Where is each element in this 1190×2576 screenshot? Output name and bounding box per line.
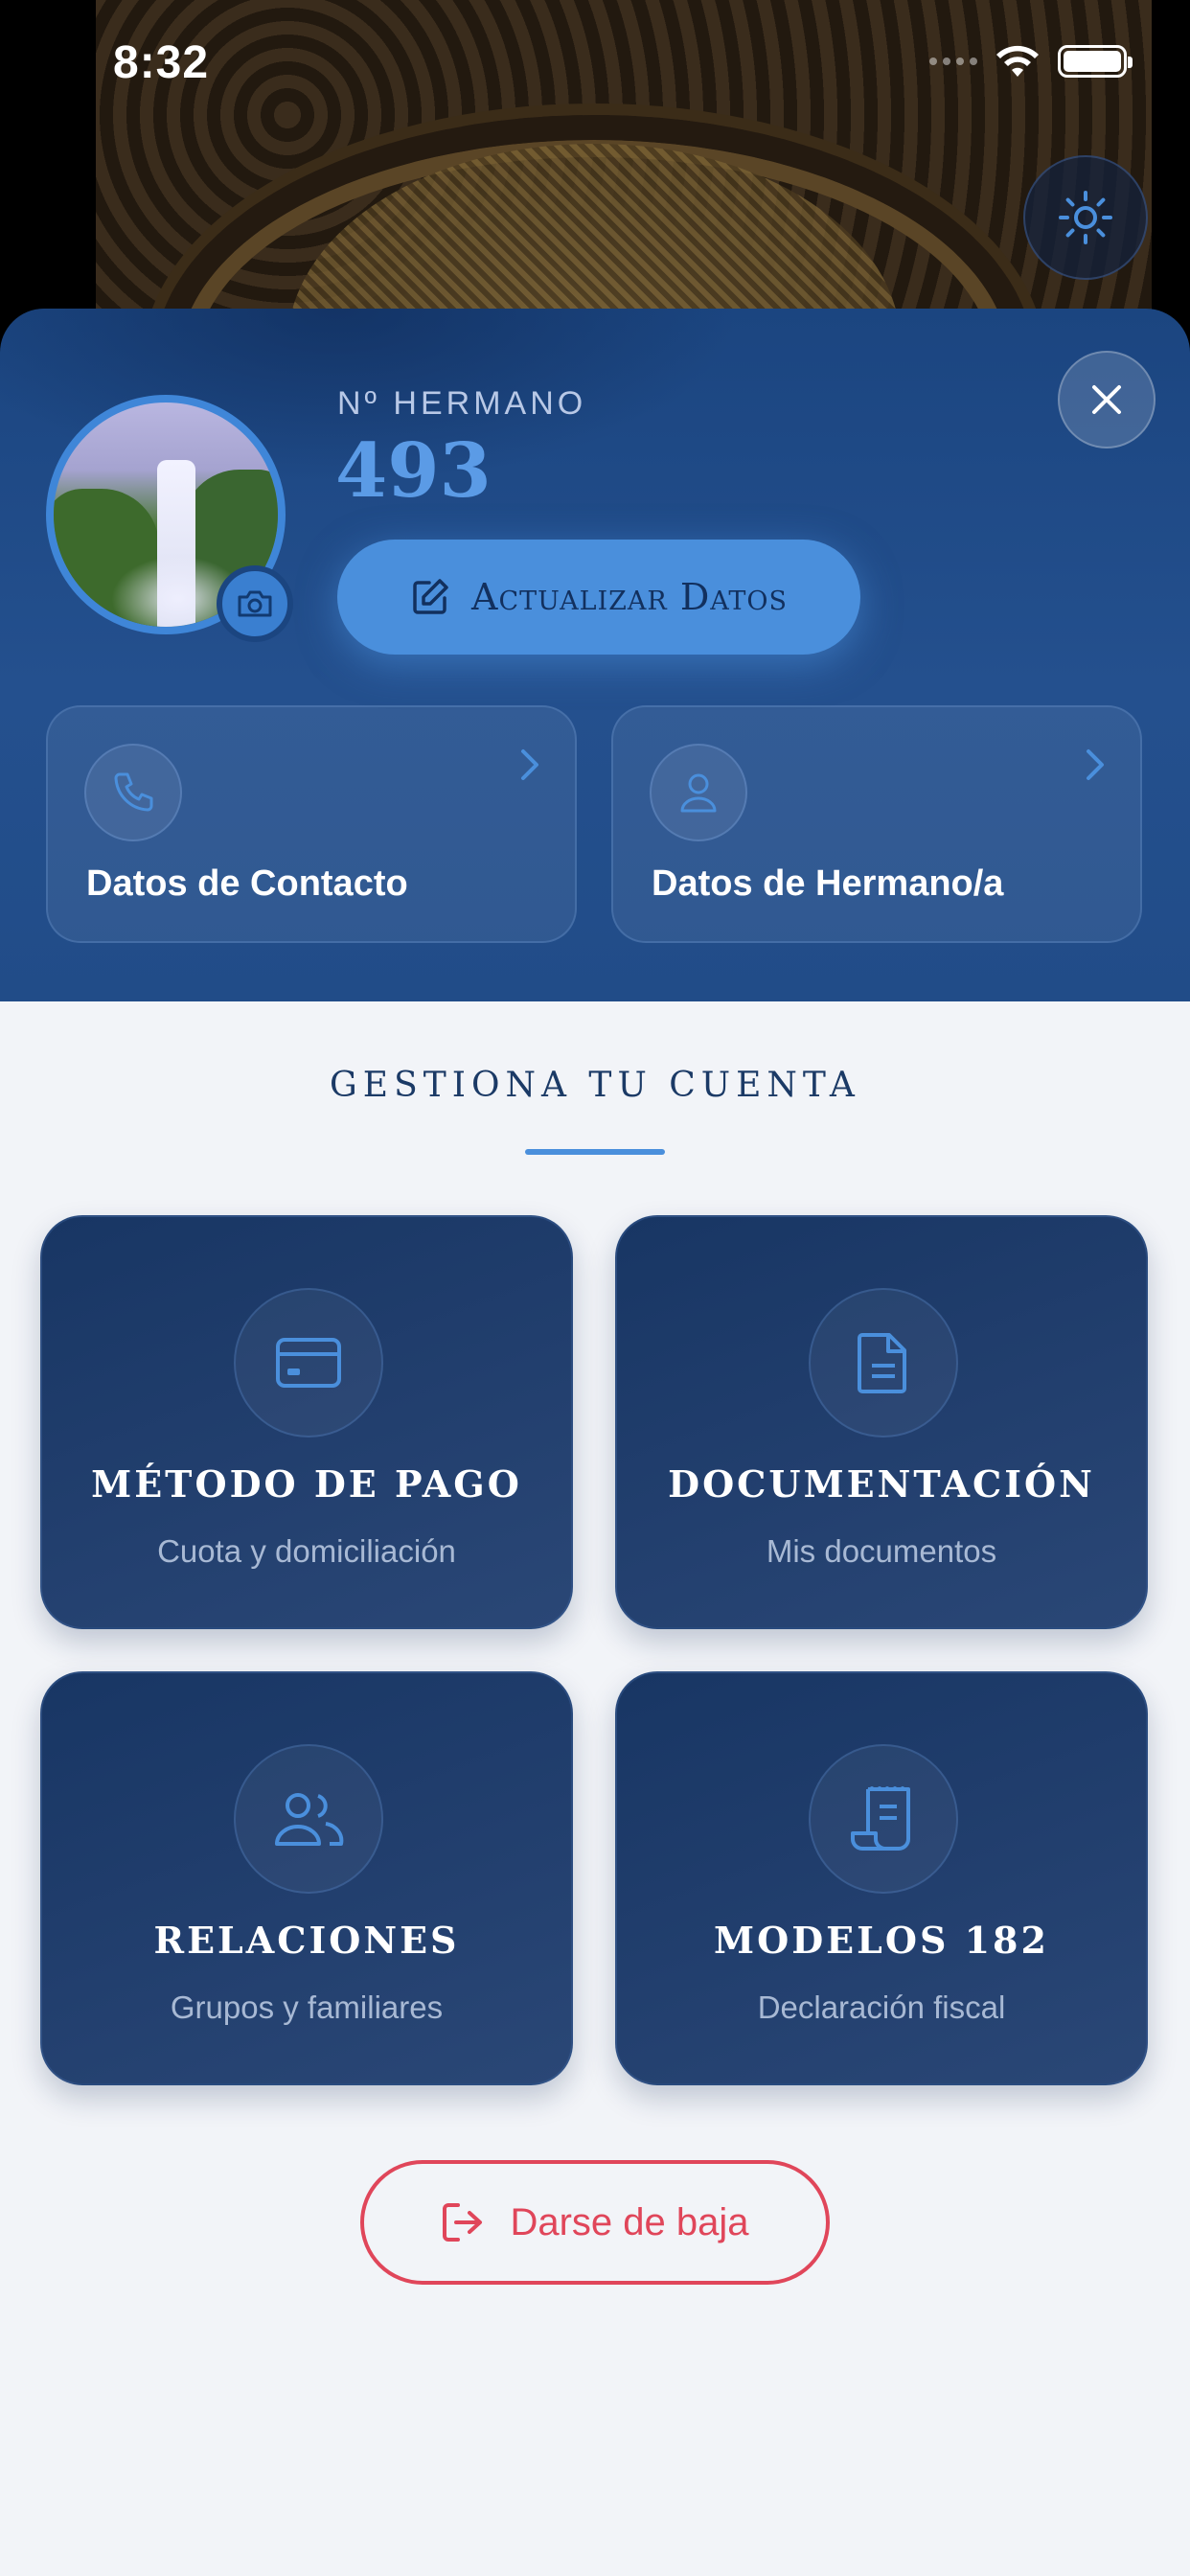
relations-tile[interactable]: RELACIONES Grupos y familiares <box>40 1671 573 2085</box>
section-divider <box>525 1149 665 1155</box>
member-data-tile[interactable]: Datos de Hermano/a <box>611 705 1142 943</box>
member-data-label: Datos de Hermano/a <box>652 863 1004 904</box>
status-bar: 8:32 <box>0 0 1190 129</box>
receipt-scroll-icon <box>851 1786 910 1851</box>
wifi-icon <box>996 45 1039 77</box>
change-photo-button[interactable] <box>217 565 293 642</box>
phone-icon <box>114 772 153 812</box>
tax-models-title: MODELOS 182 <box>714 1919 1049 1962</box>
documentation-title: DOCUMENTACIÓN <box>668 1462 1095 1506</box>
update-data-button[interactable]: Actualizar Datos <box>337 540 860 655</box>
relations-title: RELACIONES <box>153 1919 460 1962</box>
contact-data-label: Datos de Contacto <box>86 863 408 904</box>
user-icon <box>680 773 717 813</box>
documentation-subtitle: Mis documentos <box>766 1533 997 1569</box>
payment-method-subtitle: Cuota y domiciliación <box>157 1533 456 1569</box>
tax-models-tile[interactable]: MODELOS 182 Declaración fiscal <box>615 1671 1148 2085</box>
theme-toggle-button[interactable] <box>1023 155 1148 280</box>
chevron-right-icon <box>521 749 538 780</box>
section-title: GESTIONA TU CUENTA <box>330 1066 860 1105</box>
signal-dots-icon <box>929 58 977 65</box>
contact-data-tile[interactable]: Datos de Contacto <box>46 705 577 943</box>
documentation-tile[interactable]: DOCUMENTACIÓN Mis documentos <box>615 1215 1148 1629</box>
unsubscribe-label: Darse de baja <box>510 2200 749 2243</box>
camera-icon <box>238 590 272 617</box>
edit-icon <box>413 579 448 614</box>
member-number-label: Nº HERMANO <box>337 385 587 422</box>
chevron-right-icon <box>1087 749 1104 780</box>
sun-icon <box>1059 191 1112 244</box>
member-number: 493 <box>335 427 492 515</box>
relations-subtitle: Grupos y familiares <box>170 1990 444 2025</box>
users-icon <box>275 1793 344 1846</box>
document-icon <box>858 1333 906 1393</box>
status-time: 8:32 <box>113 37 210 88</box>
logout-icon <box>443 2203 483 2242</box>
payment-method-title: MÉTODO DE PAGO <box>91 1462 522 1506</box>
credit-card-icon <box>276 1338 341 1388</box>
avatar-container <box>46 395 293 642</box>
battery-icon <box>1058 45 1133 78</box>
update-data-label: Actualizar Datos <box>471 576 788 618</box>
close-button[interactable] <box>1058 351 1156 448</box>
unsubscribe-button[interactable]: Darse de baja <box>360 2160 830 2285</box>
close-icon <box>1092 385 1121 414</box>
payment-method-tile[interactable]: MÉTODO DE PAGO Cuota y domiciliación <box>40 1215 573 1629</box>
tax-models-subtitle: Declaración fiscal <box>757 1990 1006 2025</box>
